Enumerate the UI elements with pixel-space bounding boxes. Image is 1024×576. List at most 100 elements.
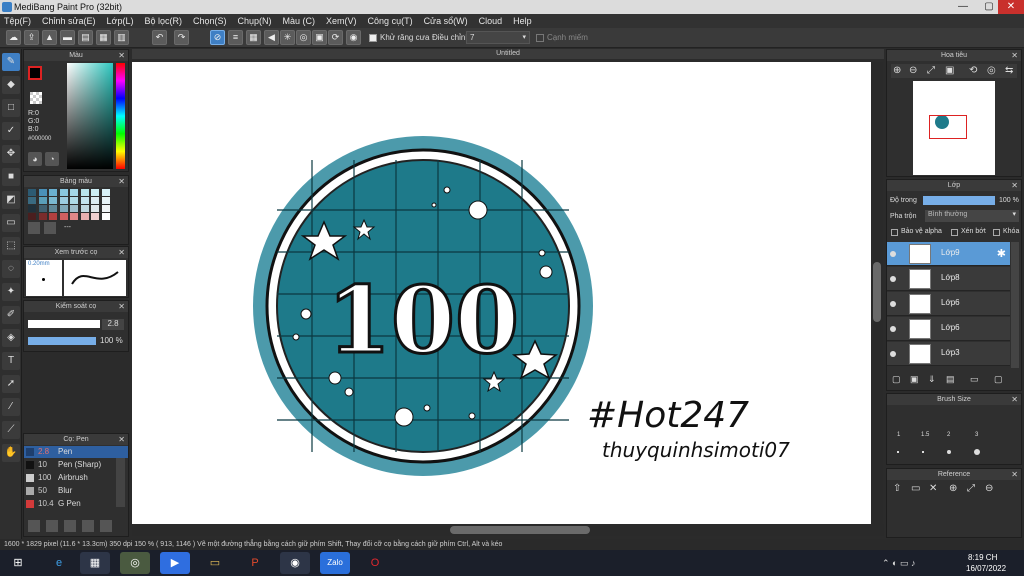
cross-snap-icon[interactable]: ▦ [246, 30, 261, 45]
palette-icon[interactable]: ◕ [28, 152, 42, 166]
snap-off-icon[interactable]: ⊘ [210, 30, 225, 45]
undo-icon[interactable]: ↶ [152, 30, 167, 45]
palette-swatch[interactable] [91, 197, 99, 204]
size-value[interactable]: 2.8 [102, 319, 124, 330]
palette-swatch[interactable] [91, 189, 99, 196]
eraser-tool-icon[interactable]: ◆ [2, 76, 20, 94]
size-slider[interactable] [28, 320, 100, 328]
radial-snap-icon[interactable]: ✳ [280, 30, 295, 45]
divide-tool-icon[interactable]: ⟋ [2, 421, 20, 439]
curve-snap-icon[interactable]: ▣ [312, 30, 327, 45]
move-tool-icon[interactable]: ✥ [2, 145, 20, 163]
menu-cloud[interactable]: Cloud [479, 16, 503, 26]
palette-swatch[interactable] [70, 189, 78, 196]
ie-icon[interactable]: e [44, 552, 74, 574]
color-square[interactable] [67, 63, 113, 169]
palette-swatch[interactable] [101, 213, 110, 220]
gradient-tool-icon[interactable]: ▭ [2, 214, 20, 232]
layer-row[interactable]: Lớp9 ✱ [887, 242, 1010, 266]
palette-swatch[interactable] [59, 197, 68, 204]
folder-icon[interactable] [100, 520, 112, 532]
menu-window[interactable]: Cửa sổ(W) [424, 16, 468, 26]
menu-file[interactable]: Tệp(F) [4, 16, 31, 26]
palette-swatch[interactable] [70, 205, 78, 212]
brush-item[interactable]: 10.4 G Pen [24, 498, 128, 510]
select-eraser-tool-icon[interactable]: ◈ [2, 329, 20, 347]
trash-icon[interactable] [44, 222, 56, 234]
operation-tool-icon[interactable]: ➚ [2, 375, 20, 393]
antialias-checkbox[interactable] [369, 34, 377, 42]
brush-item[interactable]: 100 Airbrush [24, 472, 128, 484]
clock-time[interactable]: 8:19 CH [968, 553, 997, 562]
document-icon[interactable]: ▤ [78, 30, 93, 45]
lock-checkbox[interactable] [993, 229, 1000, 236]
windows-start-icon[interactable]: ⊞ [4, 552, 32, 574]
parallel-snap-icon[interactable]: ≡ [228, 30, 243, 45]
palette-swatch[interactable] [38, 197, 47, 204]
palette-swatch[interactable] [80, 205, 89, 212]
vertical-scrollbar[interactable] [871, 62, 883, 524]
blend-select[interactable]: Bình thường ▾ [925, 210, 1019, 222]
brush-settings-icon[interactable] [28, 520, 40, 532]
menu-filter[interactable]: Bộ lọc(R) [144, 16, 182, 26]
palette-swatch[interactable] [59, 189, 68, 196]
brush-tool-icon[interactable]: ✎ [2, 53, 20, 71]
brush-size-dots[interactable] [897, 448, 997, 456]
layer-row[interactable]: Lớp6 [887, 317, 1010, 341]
import-brush-icon[interactable] [64, 520, 76, 532]
text-tool-icon[interactable]: T [2, 352, 20, 370]
horizontal-scrollbar[interactable] [132, 524, 884, 536]
layer-row[interactable]: Lớp8 [887, 267, 1010, 291]
palette-swatch[interactable] [80, 197, 89, 204]
palette-swatch[interactable] [38, 189, 47, 196]
clock-date[interactable]: 16/07/2022 [966, 564, 1006, 573]
hue-slider[interactable] [116, 63, 125, 169]
menu-layer[interactable]: Lớp(L) [107, 16, 134, 26]
add-brush-icon[interactable] [46, 520, 58, 532]
chrome-green-icon[interactable]: ◎ [120, 552, 150, 574]
palette-swatch[interactable] [80, 213, 89, 220]
palette-swatch[interactable] [101, 197, 110, 204]
share-icon[interactable]: ⇪ [24, 30, 39, 45]
brush-item[interactable]: 50 Blur [24, 485, 128, 497]
palette-swatch[interactable] [38, 213, 47, 220]
brush-item[interactable]: 10 Pen (Sharp) [24, 459, 128, 471]
palette-swatch[interactable] [101, 205, 110, 212]
edge-checkbox[interactable] [536, 34, 544, 42]
navigator-thumbnail[interactable] [913, 81, 995, 175]
circle-snap-icon[interactable]: ◎ [296, 30, 311, 45]
swap-icon[interactable]: ◔ [45, 152, 59, 166]
brush-list-icon[interactable] [82, 520, 94, 532]
chrome-icon[interactable]: ◉ [280, 552, 310, 574]
layer-row[interactable]: Lớp6 [887, 292, 1010, 316]
fill-tool-icon[interactable]: ◩ [2, 191, 20, 209]
palette-swatch[interactable] [28, 189, 36, 196]
magic-wand-tool-icon[interactable]: ✦ [2, 283, 20, 301]
hand-tool-icon[interactable]: ✋ [2, 444, 20, 462]
dot-tool-icon[interactable]: □ [2, 99, 20, 117]
palette-swatch[interactable] [49, 205, 57, 212]
palette-swatch[interactable] [59, 213, 68, 220]
zalo-icon[interactable]: Zalo [320, 552, 350, 574]
palette-swatch[interactable] [80, 189, 89, 196]
redo-icon[interactable]: ↷ [174, 30, 189, 45]
upload-icon[interactable]: ▲ [42, 30, 57, 45]
cloud-icon[interactable]: ☁ [6, 30, 21, 45]
foreground-color-swatch[interactable] [28, 66, 42, 80]
medibang-taskbar-icon[interactable]: ▦ [80, 552, 110, 574]
palette-swatch[interactable] [91, 205, 99, 212]
canvas-tab[interactable]: Untitled [132, 49, 884, 59]
close-button[interactable]: ✕ [998, 0, 1024, 14]
palette-swatch[interactable] [28, 197, 36, 204]
select-pen-tool-icon[interactable]: ✐ [2, 306, 20, 324]
comment-icon[interactable]: ▬ [60, 30, 75, 45]
powerpoint-icon[interactable]: P [240, 552, 270, 574]
drawing-canvas[interactable]: 100 #Hot247 thuyquinhsimoti07 [132, 62, 871, 524]
menu-view[interactable]: Xem(V) [326, 16, 357, 26]
menu-color[interactable]: Màu (C) [283, 16, 316, 26]
shape-tool-icon[interactable]: ■ [2, 168, 20, 186]
correction-select[interactable]: 7 ▾ [466, 31, 530, 44]
palette-swatch[interactable] [38, 205, 47, 212]
transparent-swatch[interactable] [30, 92, 42, 104]
palette-swatch[interactable] [59, 205, 68, 212]
